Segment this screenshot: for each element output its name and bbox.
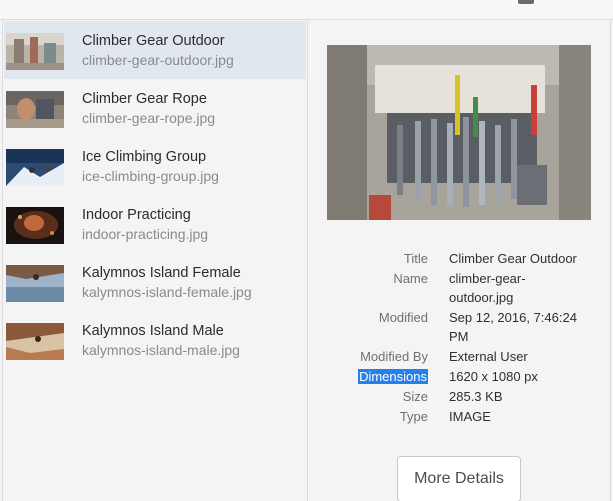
list-item[interactable]: Kalymnos Island Male kalymnos-island-mal…	[4, 311, 306, 369]
item-filename: climber-gear-outdoor.jpg	[82, 52, 234, 68]
item-title: Climber Gear Rope	[82, 91, 207, 107]
meta-label: Dimensions	[309, 367, 449, 386]
meta-value: External User	[449, 349, 528, 364]
meta-row-dimensions: Dimensions 1620 x 1080 px	[309, 367, 609, 386]
meta-row-modified-by: Modified By External User	[309, 347, 609, 366]
list-item[interactable]: Ice Climbing Group ice-climbing-group.jp…	[4, 137, 306, 195]
list-item[interactable]: Climber Gear Rope climber-gear-rope.jpg	[4, 79, 306, 137]
meta-label: Modified By	[360, 349, 428, 364]
item-title: Kalymnos Island Female	[82, 265, 241, 281]
item-title: Ice Climbing Group	[82, 149, 207, 165]
list-item[interactable]: Kalymnos Island Female kalymnos-island-f…	[4, 253, 306, 311]
thumbnail-image	[6, 33, 64, 70]
meta-row-title: Title Climber Gear Outdoor	[309, 249, 609, 268]
meta-value: 285.3 KB	[449, 389, 503, 404]
detail-panel: Title Climber Gear Outdoor Name climber-…	[309, 20, 613, 501]
meta-row-size: Size 285.3 KB	[309, 387, 609, 406]
meta-value: IMAGE	[449, 409, 491, 424]
thumbnail-image	[6, 149, 64, 186]
top-toolbar	[0, 0, 613, 20]
item-title: Indoor Practicing	[82, 207, 191, 223]
toolbar-icon[interactable]	[518, 0, 534, 4]
meta-value: 1620 x 1080 px	[449, 369, 538, 384]
preview-image	[327, 45, 591, 220]
list-item[interactable]: Indoor Practicing indoor-practicing.jpg	[4, 195, 306, 253]
item-filename: indoor-practicing.jpg	[82, 226, 209, 242]
meta-value: Sep 12, 2016, 7:46:24 PM	[449, 310, 577, 344]
more-details-button[interactable]: More Details	[397, 456, 521, 501]
selected-text: Dimensions	[358, 369, 428, 384]
meta-label: Modified	[378, 310, 428, 325]
item-filename: climber-gear-rope.jpg	[82, 110, 216, 126]
thumbnail-image	[6, 265, 64, 302]
metadata-list: Title Climber Gear Outdoor Name climber-…	[309, 249, 609, 427]
item-filename: kalymnos-island-female.jpg	[82, 284, 252, 300]
meta-label: Name	[393, 271, 428, 286]
meta-label: Type	[399, 409, 428, 424]
item-title: Kalymnos Island Male	[82, 323, 224, 339]
meta-value: climber-gear-outdoor.jpg	[449, 271, 526, 305]
asset-list: Climber Gear Outdoor climber-gear-outdoo…	[0, 20, 308, 501]
item-title: Climber Gear Outdoor	[82, 33, 225, 49]
thumbnail-image	[6, 91, 64, 128]
thumbnail-image	[6, 207, 64, 244]
meta-row-type: Type IMAGE	[309, 407, 609, 426]
list-item[interactable]: Climber Gear Outdoor climber-gear-outdoo…	[4, 21, 306, 79]
meta-row-name: Name climber-gear-outdoor.jpg	[309, 269, 609, 307]
thumbnail-image	[6, 323, 64, 360]
meta-label: Size	[402, 389, 428, 404]
item-filename: kalymnos-island-male.jpg	[82, 342, 240, 358]
item-filename: ice-climbing-group.jpg	[82, 168, 219, 184]
meta-label: Title	[403, 251, 428, 266]
meta-row-modified: Modified Sep 12, 2016, 7:46:24 PM	[309, 308, 609, 346]
meta-value: Climber Gear Outdoor	[449, 251, 577, 266]
